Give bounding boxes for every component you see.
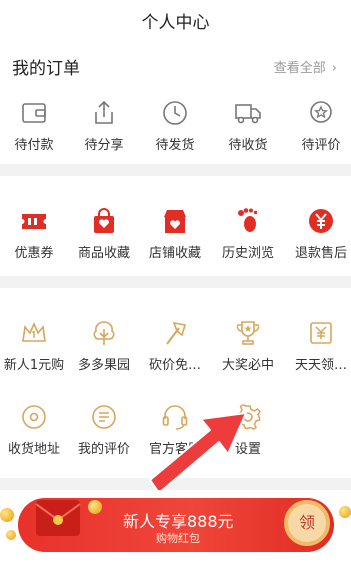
order-pending-ship[interactable]: 待发货 xyxy=(137,92,213,162)
newcomer-1yuan-item[interactable]: 新人1元购 xyxy=(0,312,72,382)
order-pending-review-label: 待评价 xyxy=(301,138,341,153)
shipping-address-item[interactable]: 收货地址 xyxy=(0,396,72,466)
page-header: 个人中心 xyxy=(0,0,351,40)
order-pending-ship-label: 待发货 xyxy=(155,138,195,153)
product-favorites-item[interactable]: 商品收藏 xyxy=(66,200,142,270)
shipping-address-label: 收货地址 xyxy=(7,442,60,457)
gold-coin-icon xyxy=(88,500,102,514)
settings-item[interactable]: 设置 xyxy=(210,396,286,466)
grand-prize-item[interactable]: 大奖必中 xyxy=(210,312,286,382)
page-title: 个人中心 xyxy=(141,13,210,33)
browse-history-item[interactable]: 历史浏览 xyxy=(210,200,286,270)
customer-service-item[interactable]: 官方客服 xyxy=(137,396,213,466)
trophy-icon xyxy=(236,321,260,345)
order-pending-share[interactable]: 待分享 xyxy=(66,92,142,162)
tools-row-1: 新人1元购 多多果园 砍价免… 大奖必中 天天领… xyxy=(0,312,351,382)
coupons-item[interactable]: 优惠券 xyxy=(0,200,72,270)
customer-service-label: 官方客服 xyxy=(148,442,201,457)
newcomer-1yuan-label: 新人1元购 xyxy=(3,358,65,373)
comment-list-icon xyxy=(92,405,116,429)
orchard-label: 多多果园 xyxy=(77,358,130,373)
tree-icon xyxy=(93,321,115,345)
order-pending-share-label: 待分享 xyxy=(84,138,124,153)
favorites-section: 优惠券 商品收藏 店铺收藏 历史浏览 退款售后 xyxy=(0,176,351,276)
yen-refund-icon xyxy=(309,209,333,233)
gear-icon xyxy=(235,404,261,430)
bargain-item[interactable]: 砍价免… xyxy=(137,312,213,382)
order-pending-payment-label: 待付款 xyxy=(14,138,54,153)
headset-icon xyxy=(162,405,188,430)
truck-icon xyxy=(235,104,261,124)
clock-icon xyxy=(163,101,187,125)
orders-row: 待付款 待分享 待发货 待收货 待评价 xyxy=(0,92,351,162)
banner-main-text: 新人专享888元 xyxy=(123,512,234,531)
gold-coin-icon xyxy=(339,506,351,518)
my-reviews-label: 我的评价 xyxy=(77,442,130,457)
share-icon xyxy=(95,100,113,124)
my-reviews-item[interactable]: 我的评价 xyxy=(66,396,142,466)
claim-button[interactable]: 领 xyxy=(284,500,330,546)
banner-sub-text: 购物红包 xyxy=(156,532,200,545)
refund-aftersale-item[interactable]: 退款售后 xyxy=(283,200,351,270)
crown-icon xyxy=(22,322,46,342)
yen-coupon-icon xyxy=(310,322,332,344)
wallet-icon xyxy=(22,103,46,123)
order-pending-payment[interactable]: 待付款 xyxy=(0,92,72,162)
orders-header: 我的订单 查看全部 › xyxy=(0,40,351,84)
orders-title: 我的订单 xyxy=(12,59,80,79)
daily-claim-label: 天天领… xyxy=(294,358,347,373)
view-all-orders-link[interactable]: 查看全部 › xyxy=(274,57,337,76)
order-pending-receive-label: 待收货 xyxy=(228,138,268,153)
newcomer-banner[interactable]: 新人专享888元 购物红包 领 xyxy=(0,490,351,563)
gold-coin-icon xyxy=(0,508,14,522)
store-favorites-item[interactable]: 店铺收藏 xyxy=(137,200,213,270)
grand-prize-label: 大奖必中 xyxy=(221,358,274,373)
coupon-icon xyxy=(22,214,46,229)
shopping-bag-heart-icon xyxy=(94,208,114,233)
order-pending-review[interactable]: 待评价 xyxy=(283,92,351,162)
orchard-item[interactable]: 多多果园 xyxy=(66,312,142,382)
red-envelope-icon xyxy=(35,500,81,536)
order-pending-receive[interactable]: 待收货 xyxy=(210,92,286,162)
location-icon xyxy=(22,405,46,429)
axe-icon xyxy=(166,321,187,345)
star-badge-icon xyxy=(310,101,332,123)
gold-coin-icon xyxy=(6,530,16,540)
tools-section: 新人1元购 多多果园 砍价免… 大奖必中 天天领… 收货地址 我的评价 官方客服… xyxy=(0,288,351,478)
footprint-icon xyxy=(238,208,258,232)
view-all-label: 查看全部 xyxy=(273,61,326,76)
chevron-right-icon: › xyxy=(331,61,337,76)
refund-aftersale-label: 退款售后 xyxy=(294,246,347,261)
tools-row-2: 收货地址 我的评价 官方客服 设置 xyxy=(0,396,351,466)
orders-section: 我的订单 查看全部 › 待付款 待分享 待发货 待收货 待评价 xyxy=(0,40,351,164)
coupons-label: 优惠券 xyxy=(14,246,54,261)
settings-label: 设置 xyxy=(234,442,261,457)
favorites-row: 优惠券 商品收藏 店铺收藏 历史浏览 退款售后 xyxy=(0,200,351,270)
bargain-label: 砍价免… xyxy=(148,358,201,373)
store-favorites-label: 店铺收藏 xyxy=(148,246,201,261)
product-favorites-label: 商品收藏 xyxy=(77,246,130,261)
daily-claim-item[interactable]: 天天领… xyxy=(283,312,351,382)
store-heart-icon xyxy=(164,210,186,233)
browse-history-label: 历史浏览 xyxy=(221,246,274,261)
